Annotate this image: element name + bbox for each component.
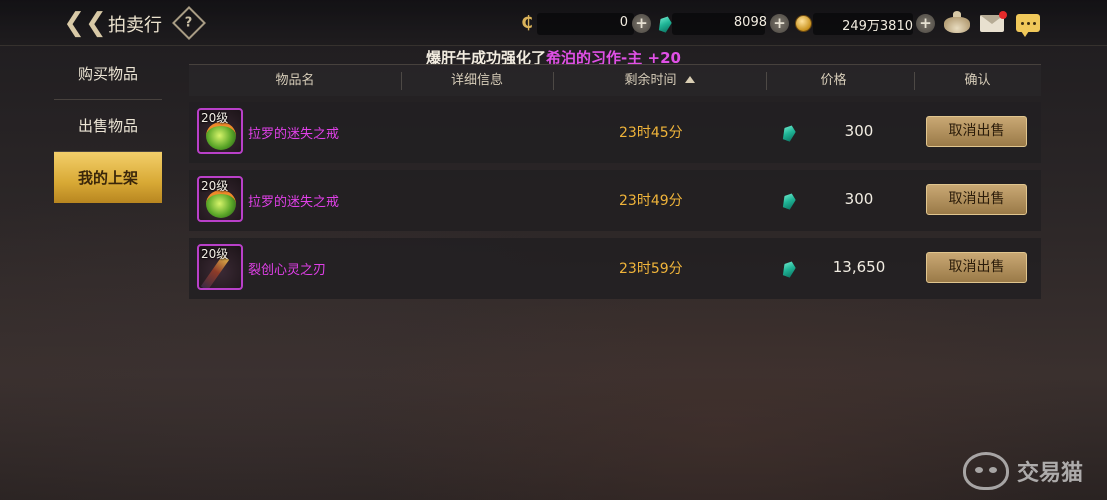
cancel-listing-button[interactable]: 取消出售: [926, 252, 1027, 283]
sidebar-item-buy[interactable]: 购买物品: [54, 48, 162, 100]
item-price: 300: [844, 122, 874, 140]
notification-dot: [999, 11, 1007, 19]
remaining-time: 23时45分: [619, 125, 683, 141]
item-name[interactable]: 裂创心灵之刃: [248, 259, 326, 278]
watermark: 交易猫: [963, 452, 1083, 490]
sidebar-item-label: 出售物品: [77, 117, 138, 135]
sidebar: 购买物品 出售物品 我的上架: [54, 48, 162, 203]
gem-icon: [781, 123, 798, 142]
item-level: 20级: [201, 111, 229, 125]
ring-icon[interactable]: 20级: [197, 176, 243, 222]
gem-icon: [657, 14, 674, 33]
currency-gold-value: 249万3810: [842, 19, 913, 34]
sidebar-item-label: 购买物品: [77, 65, 138, 83]
blade-icon[interactable]: 20级: [197, 244, 243, 290]
item-name[interactable]: 拉罗的迷失之戒: [248, 191, 339, 210]
back-arrow-icon[interactable]: ❮❮: [63, 8, 107, 38]
item-level: 20级: [201, 179, 229, 193]
remaining-time: 23时49分: [619, 193, 683, 209]
cancel-listing-button[interactable]: 取消出售: [926, 184, 1027, 215]
gold-coin-icon: [795, 15, 812, 32]
sort-ascending-icon: [684, 76, 695, 83]
ring-art: [206, 122, 236, 150]
ring-art: [206, 190, 236, 218]
column-header-confirm: 确认: [964, 73, 991, 88]
sidebar-item-sell[interactable]: 出售物品: [54, 100, 162, 152]
table-header: 物品名 详细信息 剩余时间 价格 确认: [189, 64, 1041, 96]
c-coin-icon: ₵: [521, 13, 533, 33]
column-header-time[interactable]: 剩余时间: [553, 65, 766, 97]
item-price: 13,650: [832, 258, 886, 276]
gem-icon: [781, 191, 798, 210]
remaining-time: 23时59分: [619, 261, 683, 277]
item-level: 20级: [201, 247, 229, 261]
table-row: 20级 裂创心灵之刃 23时59分 13,650 取消出售: [189, 238, 1041, 299]
ring-icon[interactable]: 20级: [197, 108, 243, 154]
table-row: 20级 拉罗的迷失之戒 23时45分 300 取消出售: [189, 102, 1041, 163]
help-icon[interactable]: ?: [172, 6, 206, 40]
item-name[interactable]: 拉罗的迷失之戒: [248, 123, 339, 142]
top-bar: ❮❮ 拍卖行 ? ₵ 0 + 8098 + 249万3810 +: [0, 0, 1107, 46]
table-row: 20级 拉罗的迷失之戒 23时49分 300 取消出售: [189, 170, 1041, 231]
help-icon-glyph: ?: [185, 15, 193, 31]
cancel-listing-button[interactable]: 取消出售: [926, 116, 1027, 147]
page-title: 拍卖行: [108, 15, 162, 36]
column-header-price: 价格: [820, 73, 847, 88]
add-gold-button[interactable]: +: [916, 14, 935, 33]
add-gem-button[interactable]: +: [770, 14, 789, 33]
item-price: 300: [844, 190, 874, 208]
cat-logo-icon: [963, 452, 1009, 490]
column-header-time-label: 剩余时间: [624, 73, 677, 88]
column-header-details: 详细信息: [450, 73, 503, 88]
sidebar-item-my-listings[interactable]: 我的上架: [54, 152, 162, 203]
column-header-name: 物品名: [275, 73, 315, 88]
chat-icon[interactable]: [1016, 14, 1040, 37]
currency-c-value: 0: [619, 15, 628, 30]
add-c-coin-button[interactable]: +: [632, 14, 651, 33]
teapot-icon[interactable]: [944, 11, 970, 33]
watermark-text: 交易猫: [1017, 461, 1084, 486]
sidebar-item-label: 我的上架: [77, 169, 138, 187]
currency-gem-value: 8098: [733, 15, 767, 30]
gem-icon: [781, 259, 798, 278]
